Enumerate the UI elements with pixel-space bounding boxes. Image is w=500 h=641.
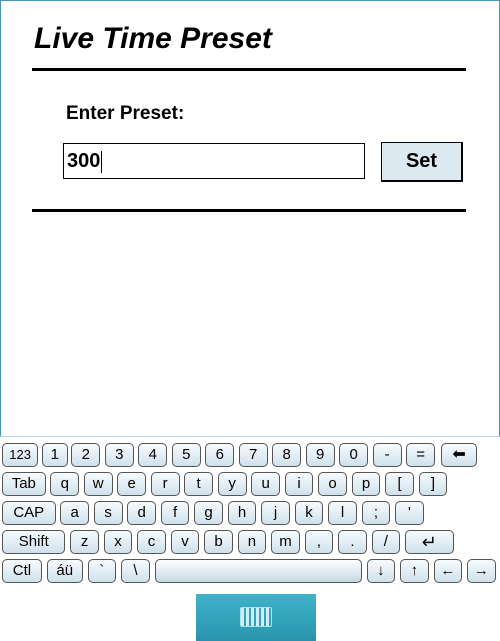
text-caret — [101, 150, 103, 173]
soft-keyboard: 123 1 2 3 4 5 6 7 8 9 0 - = ⬅ Tab q w e … — [0, 436, 500, 595]
key-x[interactable]: x — [103, 530, 133, 554]
key-minus[interactable]: - — [372, 443, 402, 467]
key-b[interactable]: b — [204, 530, 233, 554]
key-backtick[interactable]: ` — [87, 559, 117, 583]
key-semicolon[interactable]: ; — [361, 501, 391, 525]
key-4[interactable]: 4 — [138, 443, 168, 467]
divider-top — [32, 68, 466, 71]
arrow-left-icon[interactable]: ← — [433, 559, 463, 583]
key-q[interactable]: q — [50, 472, 80, 496]
key-m[interactable]: m — [271, 530, 300, 554]
key-period[interactable]: . — [338, 530, 367, 554]
key-9[interactable]: 9 — [305, 443, 335, 467]
key-6[interactable]: 6 — [205, 443, 235, 467]
key-123[interactable]: 123 — [2, 443, 39, 467]
keyboard-icon — [240, 607, 272, 627]
preset-input[interactable]: 300 — [63, 143, 365, 179]
key-r[interactable]: r — [150, 472, 180, 496]
key-equals[interactable]: = — [406, 443, 435, 467]
set-button[interactable]: Set — [381, 142, 463, 182]
key-n[interactable]: n — [237, 530, 267, 554]
key-backslash[interactable]: \ — [121, 559, 150, 583]
key-v[interactable]: v — [170, 530, 200, 554]
key-tab[interactable]: Tab — [2, 472, 46, 496]
backspace-key-icon[interactable]: ⬅ — [440, 443, 478, 467]
page-title: Live Time Preset — [34, 22, 272, 55]
key-d[interactable]: d — [127, 501, 156, 525]
key-0[interactable]: 0 — [339, 443, 369, 467]
arrow-down-icon[interactable]: ↓ — [366, 559, 396, 583]
key-a[interactable]: a — [60, 501, 90, 525]
key-space[interactable] — [154, 559, 362, 583]
key-h[interactable]: h — [227, 501, 257, 525]
key-8[interactable]: 8 — [272, 443, 302, 467]
key-g[interactable]: g — [194, 501, 223, 525]
key-apostrophe[interactable]: ' — [395, 501, 424, 525]
key-intl[interactable]: áü — [46, 559, 83, 583]
key-left-bracket[interactable]: [ — [385, 472, 414, 496]
key-t[interactable]: t — [184, 472, 214, 496]
key-i[interactable]: i — [284, 472, 314, 496]
key-caps[interactable]: CAP — [2, 501, 56, 525]
key-j[interactable]: j — [261, 501, 290, 525]
key-z[interactable]: z — [70, 530, 99, 554]
key-3[interactable]: 3 — [104, 443, 134, 467]
preset-label: Enter Preset: — [66, 103, 185, 124]
key-1[interactable]: 1 — [41, 443, 68, 467]
key-l[interactable]: l — [328, 501, 357, 525]
key-w[interactable]: w — [83, 472, 113, 496]
preset-input-value: 300 — [67, 150, 101, 172]
key-p[interactable]: p — [351, 472, 381, 496]
key-c[interactable]: c — [137, 530, 166, 554]
key-2[interactable]: 2 — [71, 443, 101, 467]
enter-key-icon[interactable]: ↵ — [405, 530, 454, 554]
input-panel-bar — [0, 594, 500, 641]
key-7[interactable]: 7 — [238, 443, 268, 467]
key-o[interactable]: o — [318, 472, 347, 496]
key-comma[interactable]: , — [304, 530, 334, 554]
key-ctrl[interactable]: Ctl — [2, 559, 42, 583]
key-y[interactable]: y — [217, 472, 247, 496]
key-k[interactable]: k — [294, 501, 324, 525]
key-s[interactable]: s — [93, 501, 123, 525]
key-u[interactable]: u — [251, 472, 280, 496]
key-e[interactable]: e — [117, 472, 147, 496]
key-5[interactable]: 5 — [171, 443, 201, 467]
key-f[interactable]: f — [160, 501, 190, 525]
arrow-right-icon[interactable]: → — [467, 559, 496, 583]
key-right-bracket[interactable]: ] — [418, 472, 448, 496]
key-slash[interactable]: / — [371, 530, 401, 554]
keyboard-toggle-button[interactable] — [196, 594, 316, 641]
key-shift[interactable]: Shift — [2, 530, 66, 554]
arrow-up-icon[interactable]: ↑ — [400, 559, 429, 583]
divider-bottom — [32, 209, 466, 212]
